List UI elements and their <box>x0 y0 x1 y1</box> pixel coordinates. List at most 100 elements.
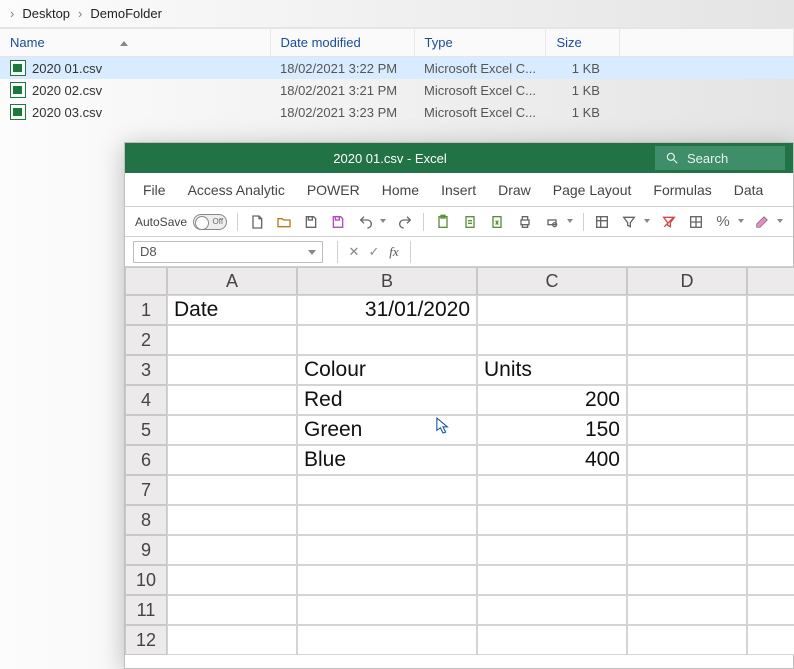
new-file-icon[interactable] <box>248 213 265 231</box>
column-header-type[interactable]: Type <box>414 29 546 57</box>
save-icon[interactable] <box>302 213 319 231</box>
file-row[interactable]: 2020 03.csv 18/02/2021 3:23 PM Microsoft… <box>0 101 794 123</box>
redo-icon[interactable] <box>396 213 413 231</box>
cell[interactable] <box>477 325 627 355</box>
file-row[interactable]: 2020 01.csv 18/02/2021 3:22 PM Microsoft… <box>0 57 794 80</box>
cell[interactable]: Red <box>297 385 477 415</box>
cell[interactable] <box>747 505 794 535</box>
fx-icon[interactable]: fx <box>384 244 404 260</box>
cell[interactable] <box>477 475 627 505</box>
cell[interactable] <box>627 595 747 625</box>
open-folder-icon[interactable] <box>275 213 292 231</box>
cell[interactable] <box>297 625 477 655</box>
row-header[interactable]: 8 <box>125 505 167 535</box>
percent-icon[interactable]: % <box>714 213 731 231</box>
tab-home[interactable]: Home <box>382 182 419 198</box>
tab-data[interactable]: Data <box>734 182 764 198</box>
paste-special-icon[interactable] <box>462 213 479 231</box>
paste-values-icon[interactable] <box>489 213 506 231</box>
cell[interactable] <box>747 325 794 355</box>
paste-icon[interactable] <box>434 213 451 231</box>
row-header[interactable]: 3 <box>125 355 167 385</box>
borders-icon[interactable] <box>687 213 704 231</box>
cell[interactable] <box>167 505 297 535</box>
column-header-size[interactable]: Size <box>546 29 620 57</box>
cell[interactable] <box>297 565 477 595</box>
cell[interactable] <box>167 565 297 595</box>
cell[interactable] <box>747 565 794 595</box>
col-header-b[interactable]: B <box>297 267 477 295</box>
cell[interactable] <box>167 475 297 505</box>
cell[interactable] <box>297 325 477 355</box>
cell[interactable]: Blue <box>297 445 477 475</box>
freeze-panes-icon[interactable] <box>593 213 610 231</box>
row-header[interactable]: 5 <box>125 415 167 445</box>
row-header[interactable]: 6 <box>125 445 167 475</box>
row-header[interactable]: 2 <box>125 325 167 355</box>
clear-filter-icon[interactable] <box>660 213 677 231</box>
tab-page-layout[interactable]: Page Layout <box>553 182 632 198</box>
autosave-toggle[interactable]: AutoSave Off <box>135 214 227 230</box>
cell[interactable] <box>627 295 747 325</box>
cell[interactable] <box>747 595 794 625</box>
row-header[interactable]: 1 <box>125 295 167 325</box>
cell[interactable]: Date <box>167 295 297 325</box>
row-header[interactable]: 11 <box>125 595 167 625</box>
file-row[interactable]: 2020 02.csv 18/02/2021 3:21 PM Microsoft… <box>0 79 794 101</box>
cell[interactable] <box>747 355 794 385</box>
print-icon[interactable] <box>516 213 533 231</box>
cell[interactable] <box>297 505 477 535</box>
cell[interactable] <box>627 415 747 445</box>
select-all-corner[interactable] <box>125 267 167 295</box>
tab-access-analytic[interactable]: Access Analytic <box>188 182 285 198</box>
breadcrumb-segment[interactable]: DemoFolder <box>90 6 162 21</box>
cell[interactable] <box>747 385 794 415</box>
cell[interactable] <box>477 295 627 325</box>
col-header-a[interactable]: A <box>167 267 297 295</box>
print-preview-icon[interactable] <box>543 213 560 231</box>
cell[interactable] <box>167 325 297 355</box>
cell[interactable] <box>627 535 747 565</box>
cell[interactable] <box>627 565 747 595</box>
cell[interactable] <box>747 415 794 445</box>
cell[interactable] <box>477 565 627 595</box>
row-header[interactable]: 4 <box>125 385 167 415</box>
column-header-name[interactable]: Name <box>0 29 270 57</box>
cancel-formula-icon[interactable]: ✕ <box>344 244 364 260</box>
name-box[interactable]: D8 <box>133 241 323 263</box>
undo-icon[interactable] <box>357 213 374 231</box>
spreadsheet-grid[interactable]: A B C D E F 1 Date 31/01/2020 2 3 Colour… <box>125 267 793 655</box>
cell[interactable] <box>477 625 627 655</box>
cell[interactable] <box>167 595 297 625</box>
cell[interactable]: 400 <box>477 445 627 475</box>
row-header[interactable]: 9 <box>125 535 167 565</box>
cell[interactable] <box>747 625 794 655</box>
cell[interactable] <box>477 505 627 535</box>
cell[interactable] <box>297 595 477 625</box>
cell[interactable]: 31/01/2020 <box>297 295 477 325</box>
cell[interactable] <box>747 535 794 565</box>
cell[interactable] <box>747 475 794 505</box>
row-header[interactable]: 10 <box>125 565 167 595</box>
cell[interactable] <box>627 475 747 505</box>
cell[interactable] <box>477 595 627 625</box>
column-header-date[interactable]: Date modified <box>270 29 414 57</box>
filter-icon[interactable] <box>621 213 638 231</box>
cell[interactable] <box>747 295 794 325</box>
cell[interactable] <box>167 415 297 445</box>
cell[interactable] <box>297 535 477 565</box>
tab-formulas[interactable]: Formulas <box>653 182 711 198</box>
tab-file[interactable]: File <box>143 182 166 198</box>
cell[interactable] <box>627 385 747 415</box>
cell[interactable]: Units <box>477 355 627 385</box>
cell[interactable]: 200 <box>477 385 627 415</box>
toggle-off-icon[interactable]: Off <box>193 214 227 230</box>
tab-insert[interactable]: Insert <box>441 182 476 198</box>
cell[interactable]: Green <box>297 415 477 445</box>
title-search[interactable]: Search <box>655 146 785 170</box>
enter-formula-icon[interactable]: ✓ <box>364 244 384 260</box>
row-header[interactable]: 12 <box>125 625 167 655</box>
col-header-d[interactable]: D <box>627 267 747 295</box>
formula-input[interactable] <box>410 241 793 263</box>
cell[interactable]: 150 <box>477 415 627 445</box>
